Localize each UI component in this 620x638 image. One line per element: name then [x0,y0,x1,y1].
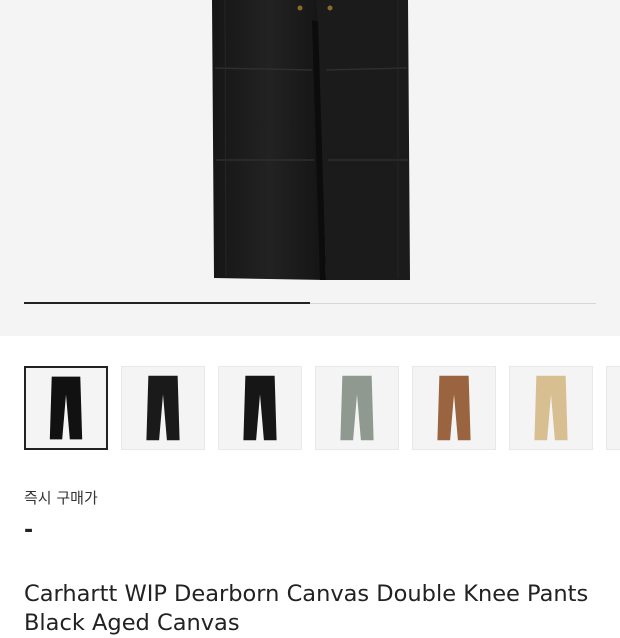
thumbnail-black-2[interactable] [121,366,205,450]
product-title-line: Carhartt WIP Dearborn Canvas Double Knee… [24,581,589,607]
thumbnail-black-3[interactable] [218,366,302,450]
gallery-progress-bar [24,302,596,304]
gallery-progress-fill [24,302,310,304]
thumbnail-partial[interactable] [606,366,620,450]
product-image-viewer[interactable] [0,0,620,336]
thumbnail-black[interactable] [24,366,108,450]
thumbnail-pants-image [243,375,277,441]
product-subtitle-line: Black Aged Canvas [24,610,240,636]
price-value: - [24,518,34,543]
thumbnail-brown[interactable] [412,366,496,450]
thumbnail-pants-image [534,375,568,441]
thumbnail-grey[interactable] [315,366,399,450]
product-image-pants [212,0,410,280]
product-title: Carhartt WIP Dearborn Canvas Double Knee… [24,580,614,638]
thumbnail-strip[interactable] [24,366,620,452]
thumbnail-pants-image [340,375,374,441]
thumbnail-pants-image [49,376,83,440]
price-label: 즉시 구매가 [24,489,98,507]
thumbnail-pants-image [146,375,180,441]
thumbnail-beige[interactable] [509,366,593,450]
thumbnail-pants-image [437,375,471,441]
